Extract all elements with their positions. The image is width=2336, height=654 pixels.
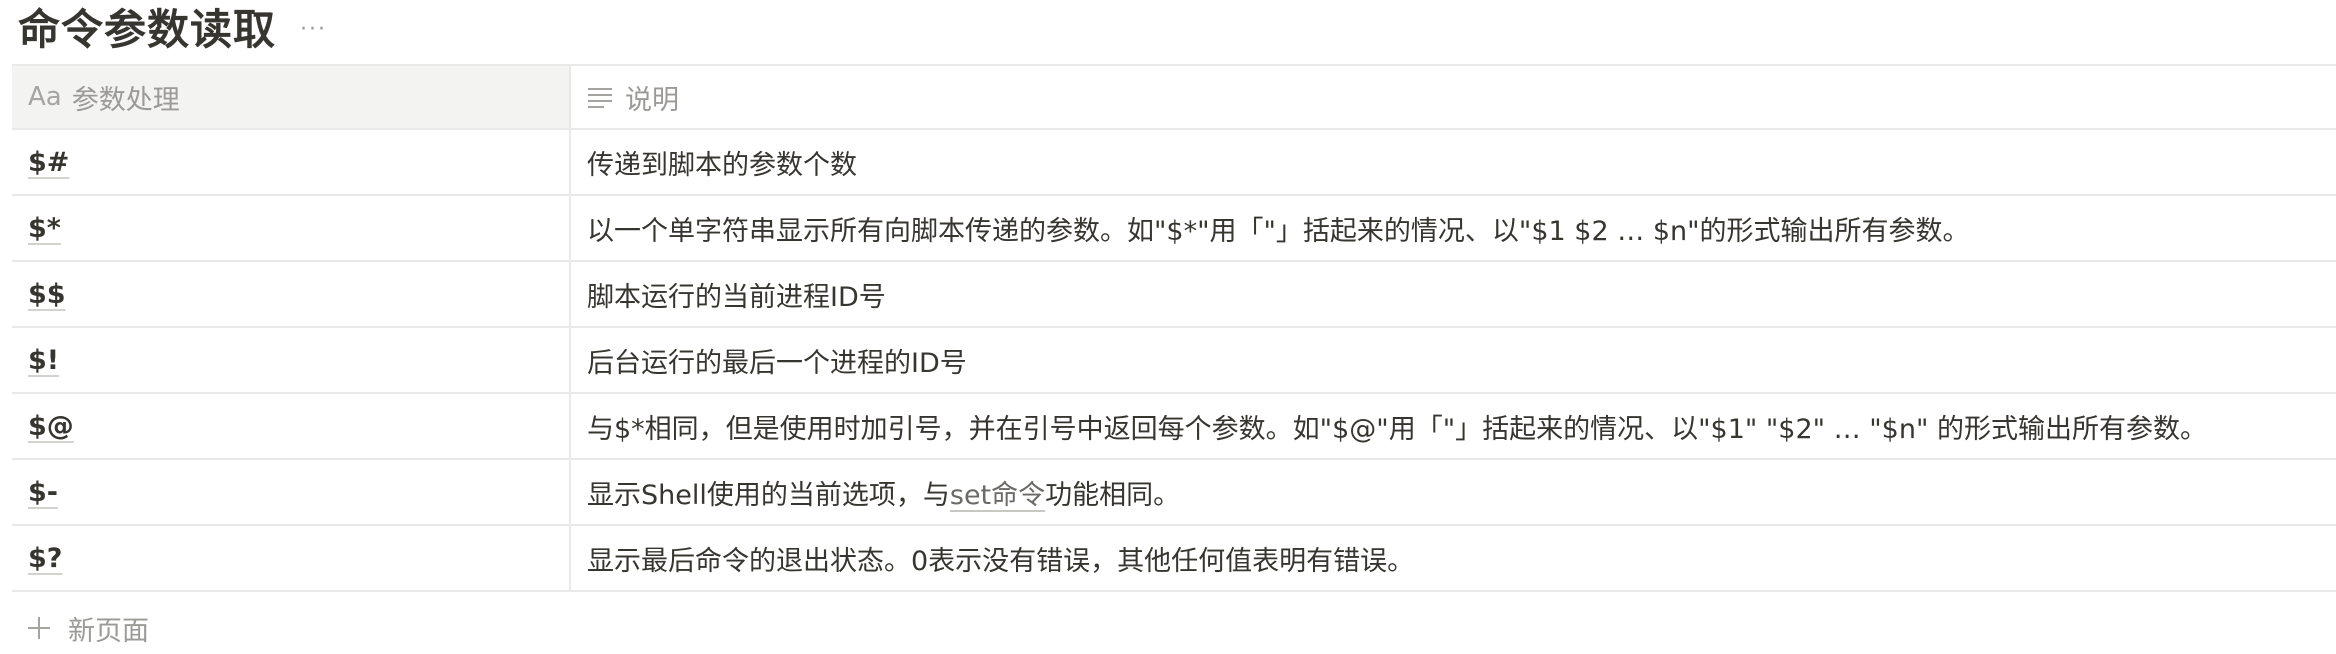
- plus-icon: [28, 617, 50, 639]
- param-cell[interactable]: $*: [12, 196, 571, 260]
- table-row[interactable]: $# 传递到脚本的参数个数: [12, 130, 2336, 196]
- column-header-description[interactable]: 说明: [571, 66, 2336, 128]
- database-table: Aa 参数处理 说明 $# 传递到脚本的参数个数 $* 以一个单字符串显示所有向…: [12, 64, 2336, 592]
- table-row[interactable]: $@ 与$*相同，但是使用时加引号，并在引号中返回每个参数。如"$@"用「"」括…: [12, 394, 2336, 460]
- notion-page: 命令参数读取 ··· Aa 参数处理 说明 $# 传递到脚本的参数个数 $* 以…: [0, 0, 2336, 654]
- table-row[interactable]: $$ 脚本运行的当前进程ID号: [12, 262, 2336, 328]
- param-key[interactable]: $!: [28, 345, 59, 376]
- set-command-link[interactable]: set命令: [950, 473, 1045, 512]
- new-page-label: 新页面: [68, 615, 149, 647]
- more-options-icon[interactable]: ···: [300, 0, 327, 60]
- description-cell[interactable]: 显示Shell使用的当前选项，与 set命令 功能相同。: [571, 460, 2336, 524]
- table-row[interactable]: $! 后台运行的最后一个进程的ID号: [12, 328, 2336, 394]
- description-cell[interactable]: 以一个单字符串显示所有向脚本传递的参数。如"$*"用「"」括起来的情况、以"$1…: [571, 196, 2336, 260]
- param-key[interactable]: $?: [28, 543, 62, 574]
- description-cell[interactable]: 与$*相同，但是使用时加引号，并在引号中返回每个参数。如"$@"用「"」括起来的…: [571, 394, 2336, 458]
- column-header-params[interactable]: Aa 参数处理: [12, 66, 571, 128]
- param-cell[interactable]: $!: [12, 328, 571, 392]
- title-property-icon: Aa: [28, 82, 62, 112]
- description-text: 功能相同。: [1045, 479, 1181, 511]
- description-cell[interactable]: 传递到脚本的参数个数: [571, 130, 2336, 194]
- param-key[interactable]: $@: [28, 411, 74, 442]
- table-header-row: Aa 参数处理 说明: [12, 64, 2336, 130]
- param-key[interactable]: $$: [28, 279, 66, 310]
- param-cell[interactable]: $?: [12, 526, 571, 590]
- column-header-label: 参数处理: [71, 84, 180, 116]
- table-row[interactable]: $? 显示最后命令的退出状态。0表示没有错误，其他任何值表明有错误。: [12, 526, 2336, 592]
- param-cell[interactable]: $$: [12, 262, 571, 326]
- description-text: 显示Shell使用的当前选项，与: [587, 479, 950, 511]
- database-title[interactable]: 命令参数读取: [18, 0, 276, 60]
- param-cell[interactable]: $@: [12, 394, 571, 458]
- new-page-button[interactable]: 新页面: [28, 608, 149, 648]
- column-header-label: 说明: [625, 84, 679, 116]
- description-cell[interactable]: 脚本运行的当前进程ID号: [571, 262, 2336, 326]
- description-cell[interactable]: 后台运行的最后一个进程的ID号: [571, 328, 2336, 392]
- param-key[interactable]: $*: [28, 213, 61, 244]
- param-cell[interactable]: $-: [12, 460, 571, 524]
- param-cell[interactable]: $#: [12, 130, 571, 194]
- param-key[interactable]: $#: [28, 147, 69, 178]
- table-row[interactable]: $* 以一个单字符串显示所有向脚本传递的参数。如"$*"用「"」括起来的情况、以…: [12, 196, 2336, 262]
- database-title-row: 命令参数读取 ···: [18, 0, 327, 60]
- description-cell[interactable]: 显示最后命令的退出状态。0表示没有错误，其他任何值表明有错误。: [571, 526, 2336, 590]
- param-key[interactable]: $-: [28, 477, 58, 508]
- text-property-icon: [587, 85, 615, 109]
- table-row[interactable]: $- 显示Shell使用的当前选项，与 set命令 功能相同。: [12, 460, 2336, 526]
